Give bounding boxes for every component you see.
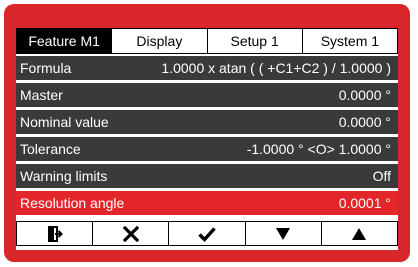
row-resolution-angle[interactable]: Resolution angle 0.0001 ° xyxy=(16,191,398,215)
down-button[interactable] xyxy=(245,222,321,245)
tab-system[interactable]: System 1 xyxy=(302,28,398,54)
tab-feature[interactable]: Feature M1 xyxy=(16,28,113,54)
row-label: Warning limits xyxy=(20,168,108,184)
arrow-down-icon xyxy=(275,227,291,241)
tab-bar: Feature M1 Display Setup 1 System 1 xyxy=(16,28,398,54)
row-value: 0.0001 ° xyxy=(338,195,391,211)
exit-icon xyxy=(47,225,63,242)
row-label: Master xyxy=(20,87,63,103)
confirm-button[interactable] xyxy=(169,222,245,245)
arrow-up-icon xyxy=(351,227,367,241)
row-value: 0.0000 ° xyxy=(338,87,391,103)
exit-button[interactable] xyxy=(17,222,93,245)
tab-setup[interactable]: Setup 1 xyxy=(207,28,303,54)
row-nominal-value[interactable]: Nominal value 0.0000 ° xyxy=(16,110,398,134)
cancel-x-icon xyxy=(122,225,139,242)
row-value: 0.0000 ° xyxy=(338,114,391,130)
parameter-list: Formula 1.0000 x atan ( ( +C1+C2 ) / 1.0… xyxy=(16,56,398,218)
row-value: -1.0000 ° <O> 1.0000 ° xyxy=(246,141,391,157)
row-warning-limits[interactable]: Warning limits Off xyxy=(16,164,398,188)
row-tolerance[interactable]: Tolerance -1.0000 ° <O> 1.0000 ° xyxy=(16,137,398,161)
row-value: Off xyxy=(372,168,391,184)
tab-display[interactable]: Display xyxy=(112,28,208,54)
cancel-button[interactable] xyxy=(93,222,169,245)
row-label: Nominal value xyxy=(20,114,109,130)
row-master[interactable]: Master 0.0000 ° xyxy=(16,83,398,107)
screen: Feature M1 Display Setup 1 System 1 Form… xyxy=(16,28,398,250)
bottom-toolbar xyxy=(16,221,398,246)
row-label: Formula xyxy=(20,60,72,76)
up-button[interactable] xyxy=(321,222,398,245)
checkmark-icon xyxy=(198,226,216,242)
row-label: Resolution angle xyxy=(20,195,125,211)
row-label: Tolerance xyxy=(20,141,81,157)
row-value: 1.0000 x atan ( ( +C1+C2 ) / 1.0000 ) xyxy=(161,60,391,76)
row-formula[interactable]: Formula 1.0000 x atan ( ( +C1+C2 ) / 1.0… xyxy=(16,56,398,80)
device-frame: Feature M1 Display Setup 1 System 1 Form… xyxy=(4,4,410,262)
